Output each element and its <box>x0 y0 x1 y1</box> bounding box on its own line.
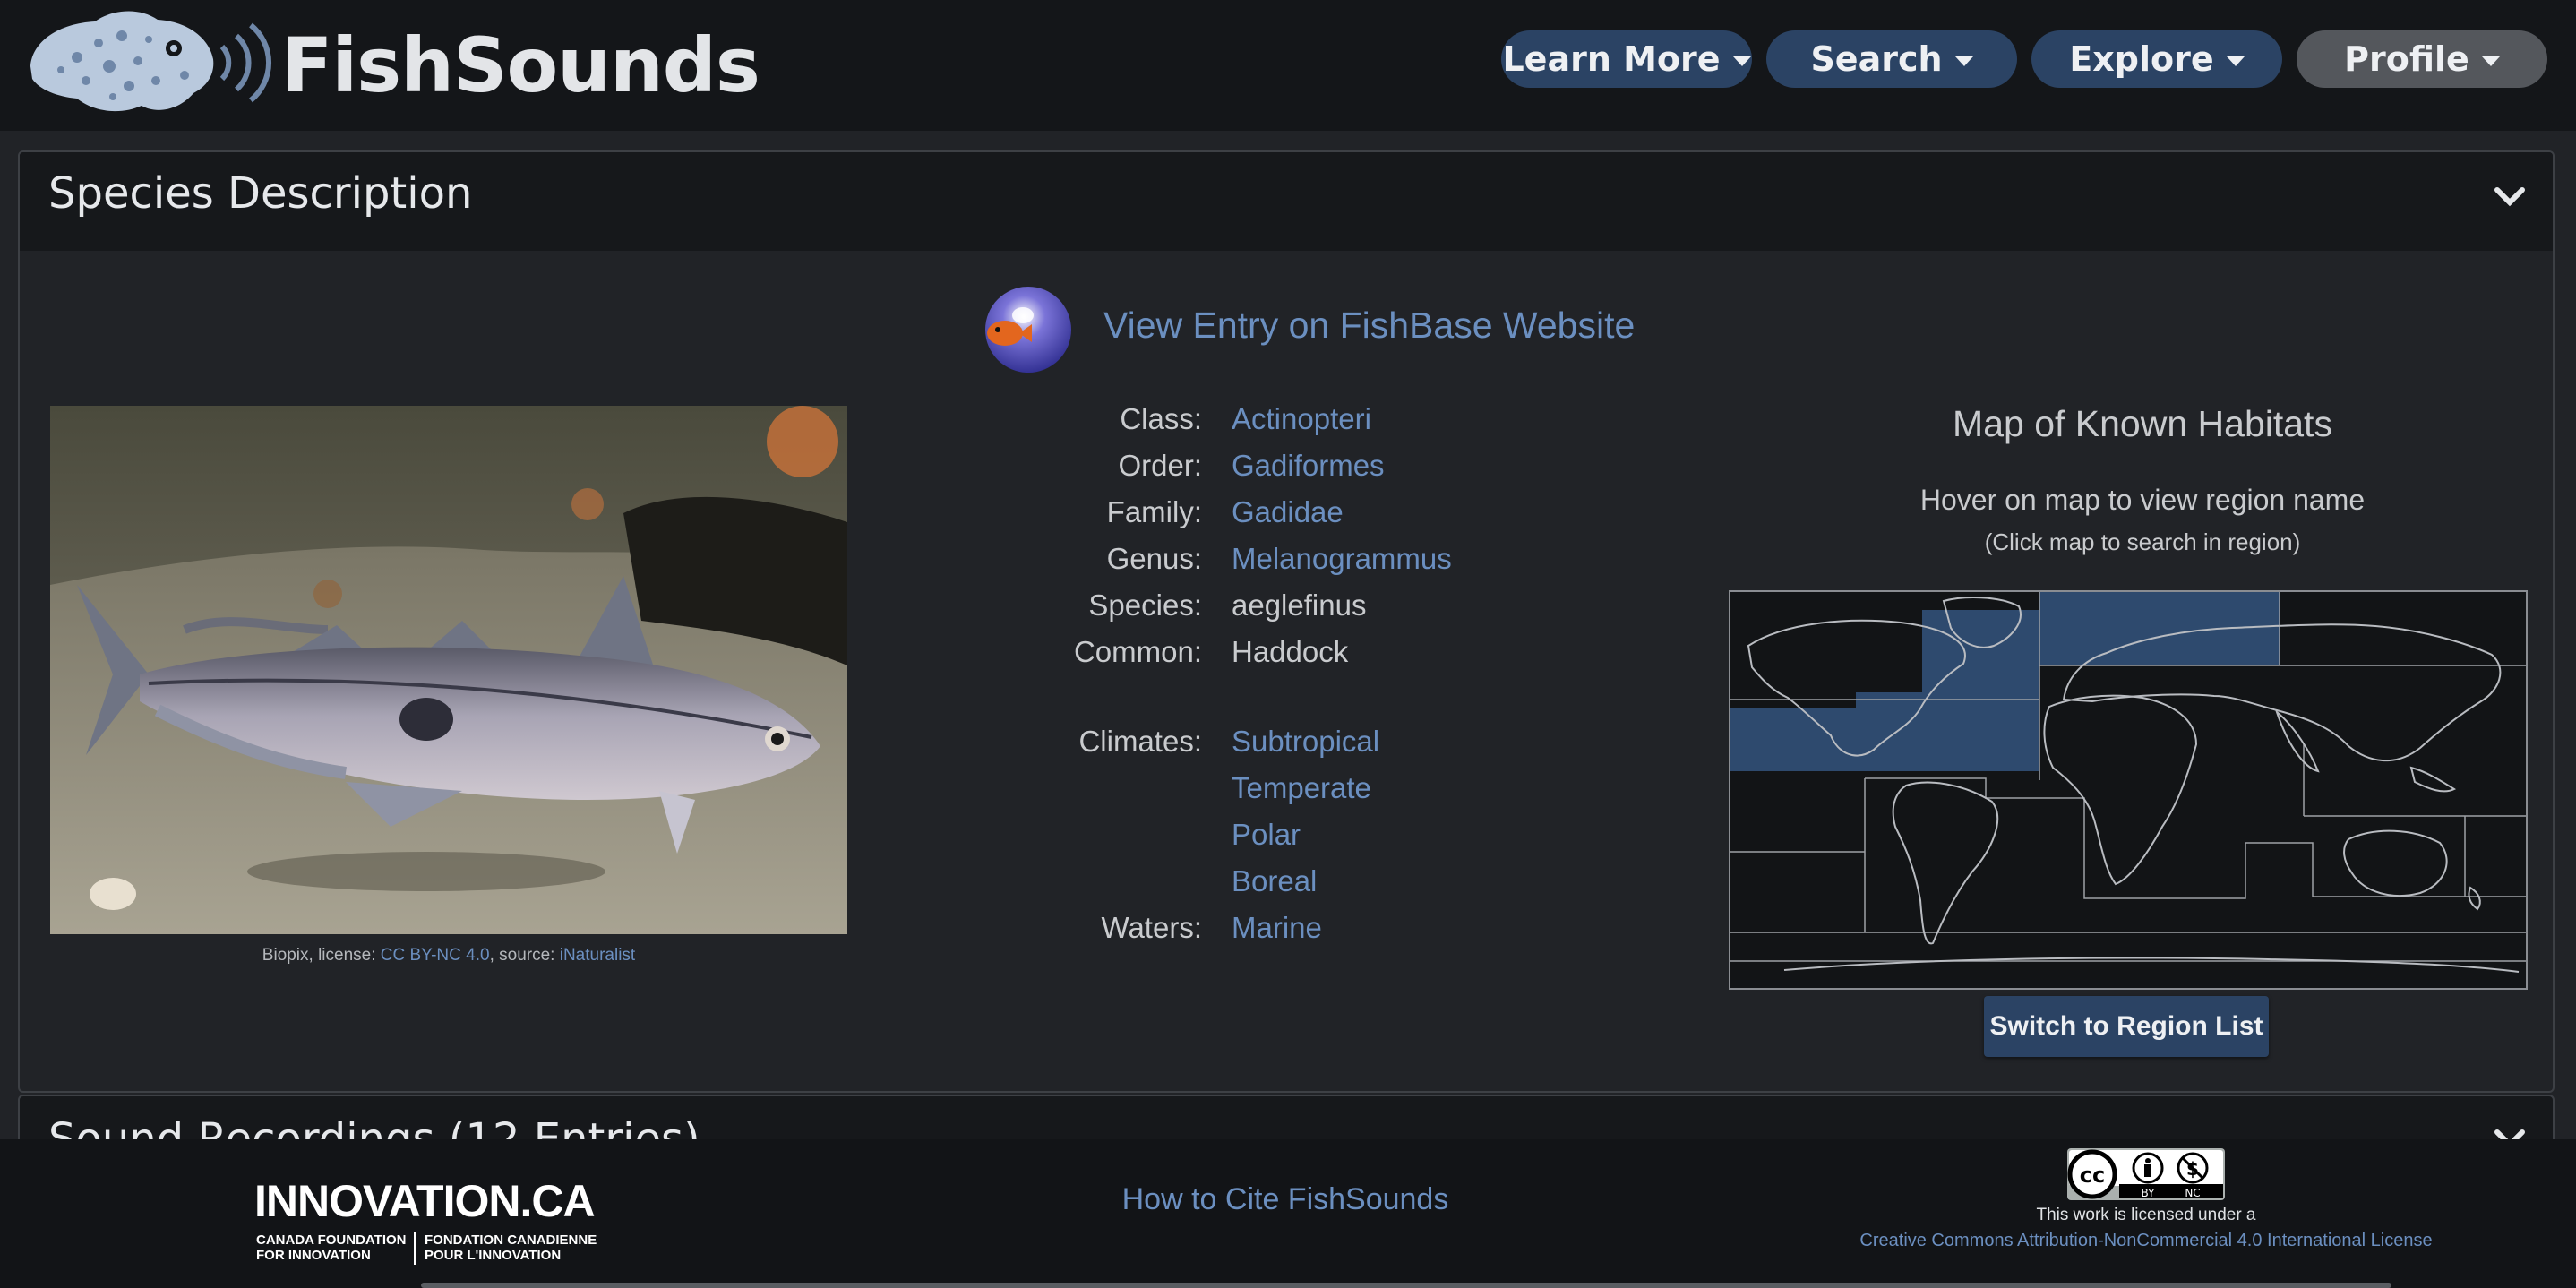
species-description-header[interactable]: Species Description <box>20 152 2553 251</box>
climates-row-3: Polar <box>969 818 1596 864</box>
map-hover-hint: Hover on map to view region name <box>1919 484 2366 516</box>
species-value: aeglefinus <box>1232 588 1367 622</box>
funder-english-line1: CANADA FOUNDATION <box>256 1232 407 1248</box>
photo-license-link[interactable]: CC BY-NC 4.0 <box>381 946 490 965</box>
genus-label: Genus: <box>1106 542 1202 575</box>
svg-text:cc: cc <box>2080 1163 2105 1188</box>
caret-down-icon <box>2481 56 2500 66</box>
order-label: Order: <box>1118 449 1202 482</box>
funder-divider <box>414 1232 416 1265</box>
learn-more-label: Learn More <box>1502 39 1721 79</box>
profile-label: Profile <box>2344 39 2469 79</box>
license-link[interactable]: Creative Commons Attribution-NonCommerci… <box>1845 1231 2447 1251</box>
waters-label: Waters: <box>1101 911 1202 944</box>
fishbase-link[interactable]: View Entry on FishBase Website <box>978 279 1636 376</box>
species-photo <box>50 406 847 934</box>
search-label: Search <box>1810 39 1943 79</box>
taxonomy-row-common: Common: Haddock <box>969 635 1596 682</box>
funder-english: CANADA FOUNDATION FOR INNOVATION <box>256 1232 406 1263</box>
funder-english-line2: FOR INNOVATION <box>256 1248 371 1263</box>
fishbase-globe-icon <box>985 287 1071 373</box>
fishbase-link-text: View Entry on FishBase Website <box>1103 305 1636 346</box>
map-click-hint: (Click map to search in region) <box>1984 528 2301 555</box>
habitat-map[interactable] <box>1729 590 2528 990</box>
caret-down-icon <box>2226 56 2245 66</box>
fish-sound-logo-icon <box>30 11 272 112</box>
family-label: Family: <box>1106 495 1202 528</box>
photo-credit-prefix: Biopix, license: <box>262 946 381 965</box>
common-value: Haddock <box>1232 635 1349 668</box>
funder-french-line2: POUR L'INNOVATION <box>425 1248 562 1263</box>
climates-label: Climates: <box>1078 725 1202 758</box>
common-label: Common: <box>1073 635 1202 668</box>
switch-to-region-list-button[interactable]: Switch to Region List <box>1984 996 2269 1057</box>
species-description-title: Species Description <box>48 168 473 219</box>
class-label: Class: <box>1120 402 1202 435</box>
innovation-ca-logo-link[interactable]: INNOVATION.CA CANADA FOUNDATION FOR INNO… <box>254 1175 604 1265</box>
cc-by-nc-icon: cc $ BY NC <box>2067 1148 2225 1200</box>
map-title: Map of Known Habitats <box>1953 403 2332 444</box>
funder-french-line1: FONDATION CANADIENNE <box>425 1232 597 1248</box>
cc-license-badge[interactable]: cc $ BY NC <box>2067 1148 2225 1200</box>
species-description-card: Species Description View Entry on FishBa… <box>18 150 2555 1093</box>
license-text: This work is licensed under a <box>2036 1206 2256 1224</box>
svg-text:NC: NC <box>2185 1187 2200 1199</box>
funder-name: INNOVATION.CA <box>254 1176 596 1226</box>
taxonomy-row-species: Species: aeglefinus <box>969 588 1596 635</box>
genus-value-link[interactable]: Melanogrammus <box>1232 542 1452 576</box>
highlighted-regions <box>1730 592 2280 771</box>
learn-more-dropdown[interactable]: Learn More <box>1501 30 1752 88</box>
class-value-link[interactable]: Actinopteri <box>1232 402 1371 436</box>
climate-link-polar[interactable]: Polar <box>1232 818 1301 852</box>
photo-credit-middle: , source: <box>489 946 560 965</box>
climates-row: Climates: Subtropical <box>969 725 1596 771</box>
species-label: Species: <box>1088 588 1202 622</box>
climates-row-4: Boreal <box>969 864 1596 911</box>
explore-dropdown[interactable]: Explore <box>2031 30 2282 88</box>
family-value-link[interactable]: Gadidae <box>1232 495 1344 529</box>
climate-link-subtropical[interactable]: Subtropical <box>1232 725 1379 759</box>
order-value-link[interactable]: Gadiformes <box>1232 449 1385 483</box>
caret-down-icon <box>1954 56 1973 66</box>
caret-down-icon <box>1732 56 1751 66</box>
climate-link-boreal[interactable]: Boreal <box>1232 864 1317 898</box>
climate-link-temperate[interactable]: Temperate <box>1232 771 1371 805</box>
taxonomy-row-order: Order: Gadiformes <box>969 449 1596 495</box>
chevron-down-icon[interactable] <box>2494 181 2526 213</box>
horizontal-scrollbar[interactable] <box>421 1283 2391 1288</box>
top-navbar: FishSounds Learn More Search Explore Pro… <box>0 0 2576 131</box>
explore-label: Explore <box>2069 39 2214 79</box>
funder-french: FONDATION CANADIENNE POUR L'INNOVATION <box>425 1232 597 1263</box>
photo-credit: Biopix, license: CC BY-NC 4.0, source: i… <box>50 946 847 966</box>
profile-dropdown[interactable]: Profile <box>2297 30 2547 88</box>
climates-row-2: Temperate <box>969 771 1596 818</box>
taxonomy-row-class: Class: Actinopteri <box>969 402 1596 449</box>
water-link-marine[interactable]: Marine <box>1232 911 1322 945</box>
site-footer: INNOVATION.CA CANADA FOUNDATION FOR INNO… <box>0 1139 2576 1288</box>
brand-name: FishSounds <box>281 21 760 109</box>
search-dropdown[interactable]: Search <box>1766 30 2017 88</box>
how-to-cite-link[interactable]: How to Cite FishSounds <box>1075 1182 1496 1217</box>
home-brand-link[interactable]: FishSounds <box>23 4 760 118</box>
taxonomy-row-genus: Genus: Melanogrammus <box>969 542 1596 588</box>
waters-row: Waters: Marine <box>969 911 1596 957</box>
taxonomy-row-family: Family: Gadidae <box>969 495 1596 542</box>
svg-text:BY: BY <box>2142 1187 2156 1199</box>
photo-source-link[interactable]: iNaturalist <box>560 946 635 965</box>
